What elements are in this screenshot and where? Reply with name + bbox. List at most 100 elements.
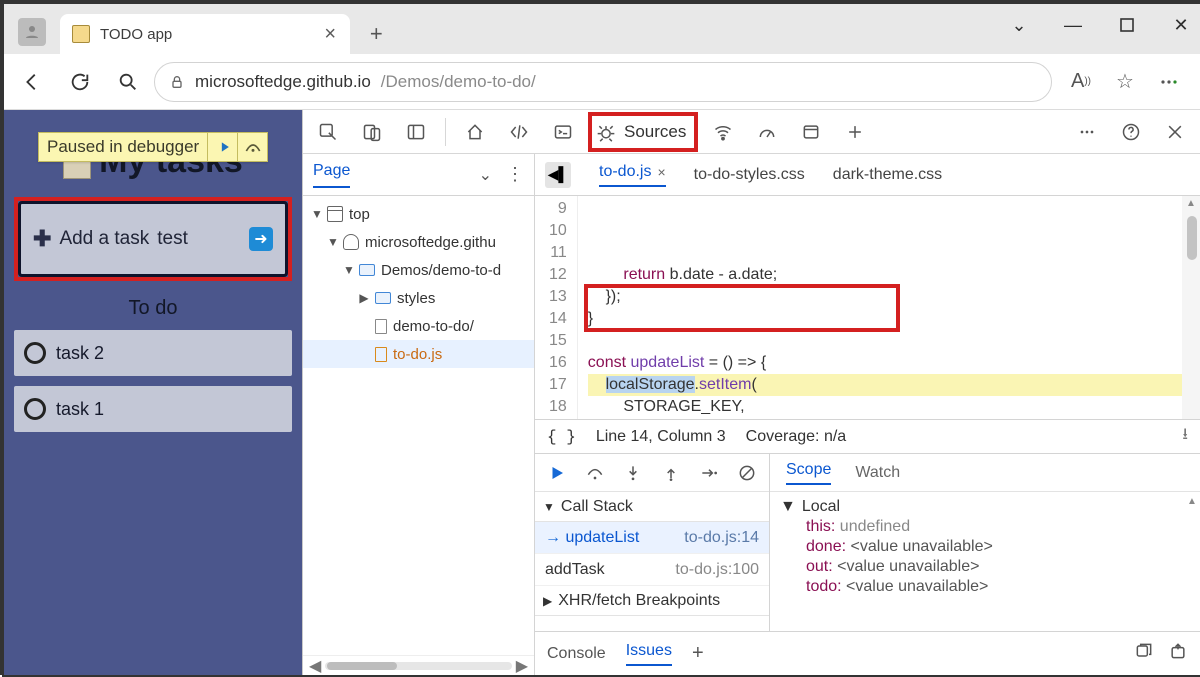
call-stack-header[interactable]: ▼Call Stack bbox=[535, 492, 769, 522]
browser-more-button[interactable] bbox=[1152, 65, 1186, 99]
bug-icon bbox=[596, 122, 616, 142]
drawer-add-tab[interactable]: + bbox=[692, 642, 704, 665]
browser-tab-active[interactable]: TODO app × bbox=[60, 14, 350, 54]
cloud-icon bbox=[343, 234, 359, 250]
device-toggle-icon[interactable] bbox=[353, 113, 391, 151]
add-task-label: Add a task bbox=[59, 228, 149, 250]
favorite-button[interactable]: ☆ bbox=[1108, 65, 1142, 99]
editor-scrollbar[interactable]: ▲ bbox=[1182, 196, 1200, 419]
close-tab-icon[interactable]: × bbox=[657, 164, 665, 180]
add-task-card[interactable]: ✚ Add a task ➜ bbox=[18, 201, 288, 277]
panel-layout-icon[interactable] bbox=[397, 113, 435, 151]
tree-file-html[interactable]: demo-to-do/ bbox=[393, 318, 474, 335]
editor-tab-active[interactable]: to-do.js× bbox=[599, 163, 666, 187]
more-tabs-button[interactable] bbox=[836, 113, 874, 151]
back-button[interactable] bbox=[10, 60, 54, 104]
debugger-bottom: ▼Call Stack → updateList to-do.js:14 add… bbox=[535, 453, 1200, 631]
step-out-button[interactable] bbox=[659, 461, 683, 485]
submit-task-button[interactable]: ➜ bbox=[249, 227, 273, 251]
tree-folder-styles[interactable]: styles bbox=[397, 290, 435, 307]
code-text[interactable]: return b.date - a.date; });}const update… bbox=[578, 196, 1200, 419]
editor-tab[interactable]: to-do-styles.css bbox=[694, 166, 805, 184]
task-label: task 1 bbox=[56, 399, 104, 420]
drawer-icon-1[interactable] bbox=[1134, 641, 1154, 666]
folder-icon bbox=[359, 264, 375, 276]
performance-tab-icon[interactable] bbox=[748, 113, 786, 151]
paused-in-debugger-overlay: Paused in debugger bbox=[38, 132, 268, 162]
file-pane-scrollbar[interactable]: ◀▶ bbox=[303, 655, 534, 675]
task-checkbox[interactable] bbox=[24, 342, 46, 364]
window-chevron-icon[interactable]: ⌄ bbox=[1004, 10, 1034, 40]
browser-nav-row: microsoftedge.github.io/Demos/demo-to-do… bbox=[4, 54, 1200, 110]
drawer-icon-2[interactable] bbox=[1168, 641, 1188, 666]
elements-tab-icon[interactable] bbox=[500, 113, 538, 151]
console-tab-icon[interactable] bbox=[544, 113, 582, 151]
rendered-page: Paused in debugger My tasks ✚ Add a task… bbox=[4, 110, 302, 675]
tab-close-icon[interactable]: × bbox=[322, 26, 338, 42]
tree-host[interactable]: microsoftedge.githu bbox=[365, 234, 496, 251]
file-tree[interactable]: ▼top ▼microsoftedge.githu ▼Demos/demo-to… bbox=[303, 196, 534, 655]
sources-tab-label: Sources bbox=[624, 122, 686, 142]
debugger-resume-icon[interactable] bbox=[207, 133, 237, 161]
devtools-close-icon[interactable] bbox=[1156, 113, 1194, 151]
url-box[interactable]: microsoftedge.github.io/Demos/demo-to-do… bbox=[154, 62, 1052, 102]
profile-button[interactable] bbox=[18, 18, 46, 46]
devtools-help-icon[interactable] bbox=[1112, 113, 1150, 151]
step-into-button[interactable] bbox=[621, 461, 645, 485]
search-button[interactable] bbox=[106, 60, 150, 104]
stack-frame-current[interactable]: → updateList to-do.js:14 bbox=[535, 522, 769, 554]
file-icon bbox=[375, 319, 387, 334]
tab-title: TODO app bbox=[100, 26, 172, 43]
xhr-breakpoints-header[interactable]: ▶XHR/fetch Breakpoints bbox=[535, 586, 769, 616]
window-minimize-icon[interactable]: — bbox=[1058, 10, 1088, 40]
step-button[interactable] bbox=[697, 461, 721, 485]
cursor-position: Line 14, Column 3 bbox=[596, 428, 726, 446]
scope-scrollbar[interactable]: ▲ bbox=[1186, 496, 1198, 629]
stack-frame[interactable]: addTask to-do.js:100 bbox=[535, 554, 769, 586]
code-body[interactable]: 9101112131415161718 return b.date - a.da… bbox=[535, 196, 1200, 419]
url-path: /Demos/demo-to-do/ bbox=[381, 72, 536, 92]
page-navigator-tab[interactable]: Page bbox=[313, 162, 350, 188]
deactivate-breakpoints-button[interactable] bbox=[735, 461, 759, 485]
code-editor-pane: ◀▌ to-do.js× to-do-styles.css dark-theme… bbox=[535, 154, 1200, 675]
resume-button[interactable] bbox=[545, 461, 569, 485]
todo-section-label: To do bbox=[4, 297, 302, 320]
editor-tab[interactable]: dark-theme.css bbox=[833, 166, 942, 184]
network-tab-icon[interactable] bbox=[704, 113, 742, 151]
download-icon[interactable]: ⭳ bbox=[1182, 423, 1188, 450]
devtools-toolbar: Sources bbox=[303, 110, 1200, 154]
devtools-settings-icon[interactable] bbox=[1068, 113, 1106, 151]
watch-tab[interactable]: Watch bbox=[855, 464, 900, 482]
task-row[interactable]: task 1 bbox=[14, 386, 292, 432]
window-maximize-icon[interactable] bbox=[1112, 10, 1142, 40]
new-tab-button[interactable]: + bbox=[368, 26, 384, 42]
paused-label: Paused in debugger bbox=[39, 133, 207, 161]
navigate-files-icon[interactable]: ◀▌ bbox=[545, 162, 571, 188]
pretty-print-button[interactable]: { } bbox=[547, 428, 576, 446]
tree-folder[interactable]: Demos/demo-to-d bbox=[381, 262, 501, 279]
tree-top[interactable]: top bbox=[349, 206, 370, 223]
add-task-input[interactable] bbox=[157, 228, 217, 250]
application-tab-icon[interactable] bbox=[792, 113, 830, 151]
read-aloud-button[interactable]: A)) bbox=[1064, 65, 1098, 99]
sources-tab[interactable]: Sources bbox=[588, 112, 698, 152]
task-checkbox[interactable] bbox=[24, 398, 46, 420]
refresh-button[interactable] bbox=[58, 60, 102, 104]
task-row[interactable]: task 2 bbox=[14, 330, 292, 376]
navigator-more-icon[interactable]: ⋮ bbox=[506, 164, 524, 185]
drawer-console-tab[interactable]: Console bbox=[547, 645, 606, 663]
window-close-icon[interactable]: ✕ bbox=[1166, 10, 1196, 40]
debugger-left-pane: ▼Call Stack → updateList to-do.js:14 add… bbox=[535, 454, 770, 631]
step-over-button[interactable] bbox=[583, 461, 607, 485]
plus-icon: ✚ bbox=[33, 226, 51, 252]
welcome-tab-icon[interactable] bbox=[456, 113, 494, 151]
inspect-element-icon[interactable] bbox=[309, 113, 347, 151]
tree-file-js[interactable]: to-do.js bbox=[393, 346, 442, 363]
debugger-step-icon[interactable] bbox=[237, 133, 267, 161]
scope-body[interactable]: ▼Local this: undefined done: <value unav… bbox=[770, 492, 1200, 631]
window-controls: ⌄ — ✕ bbox=[1004, 10, 1196, 40]
navigator-dropdown-icon[interactable]: ⌄ bbox=[479, 165, 492, 185]
drawer-issues-tab[interactable]: Issues bbox=[626, 642, 672, 666]
scope-tab[interactable]: Scope bbox=[786, 461, 831, 485]
editor-tabs: ◀▌ to-do.js× to-do-styles.css dark-theme… bbox=[535, 154, 1200, 196]
